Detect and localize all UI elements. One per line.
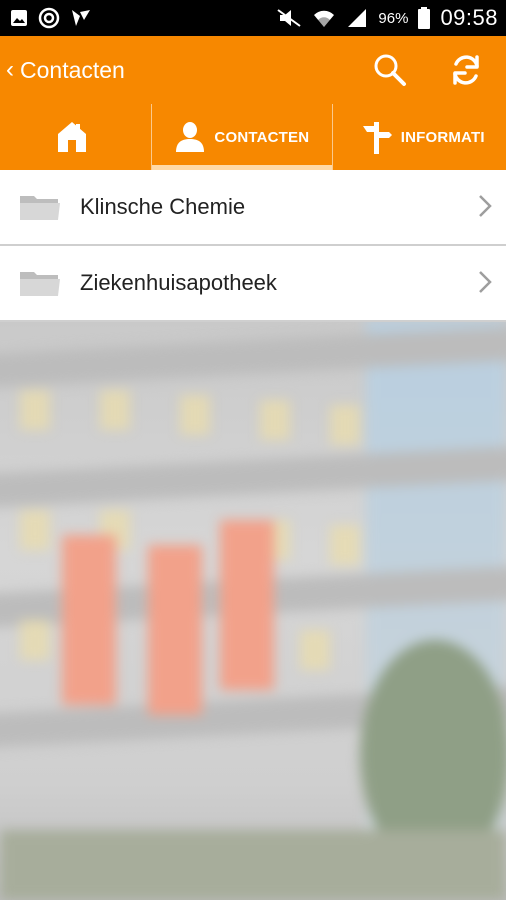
sync-icon <box>38 7 60 29</box>
tab-informatie[interactable]: INFORMATI <box>333 104 506 170</box>
app-bar-actions <box>370 50 506 90</box>
mute-icon <box>276 8 302 28</box>
chevron-left-icon: ‹ <box>6 56 14 83</box>
banner-flag <box>62 535 116 705</box>
battery-icon <box>418 7 431 29</box>
list-item[interactable]: Ziekenhuisapotheek <box>0 246 506 322</box>
back-button[interactable]: ‹ Contacten <box>0 57 125 84</box>
list-item[interactable]: Klinsche Chemie <box>0 170 506 246</box>
folder-icon <box>20 196 60 220</box>
banner-flag <box>220 520 274 690</box>
ground <box>0 830 506 900</box>
page-title: Contacten <box>20 56 125 83</box>
home-icon <box>57 122 86 152</box>
building-window <box>330 525 360 565</box>
tab-contacten-label: CONTACTEN <box>214 128 310 146</box>
tab-informatie-label: INFORMATI <box>400 128 485 146</box>
search-button[interactable] <box>370 50 410 90</box>
clock: 09:58 <box>440 5 498 30</box>
building-window <box>300 630 330 670</box>
building-window <box>20 390 50 430</box>
background-photo <box>0 320 506 900</box>
building-window <box>260 400 290 440</box>
list-item-label: Ziekenhuisapotheek <box>80 270 277 295</box>
search-icon <box>374 54 406 86</box>
status-bar: 96% 09:58 <box>0 0 506 36</box>
banner-flag <box>148 545 202 715</box>
signpost-icon <box>362 122 392 154</box>
status-bar-left <box>10 7 92 29</box>
contact-list: Klinsche Chemie Ziekenhuisapotheek <box>0 170 506 322</box>
folder-icon <box>20 272 60 296</box>
building-window <box>100 390 130 430</box>
battery-percent: 96% <box>378 9 409 27</box>
chevron-right-icon <box>479 195 492 217</box>
status-bar-right: 96% 09:58 <box>276 5 498 31</box>
refresh-icon <box>453 55 479 85</box>
app-bar: ‹ Contacten <box>0 36 506 104</box>
building-window <box>20 620 50 660</box>
tab-home[interactable] <box>0 104 151 170</box>
chevron-right-icon <box>479 271 492 293</box>
flipboard-icon <box>70 8 92 28</box>
gallery-icon <box>10 9 28 27</box>
tab-contacten[interactable]: CONTACTEN <box>151 104 333 170</box>
person-icon <box>176 122 205 152</box>
list-item-label: Klinsche Chemie <box>80 194 246 219</box>
building-window <box>330 405 360 445</box>
background-photo-blur <box>0 320 506 900</box>
wifi-icon <box>312 7 336 29</box>
building-window <box>20 510 50 550</box>
signal-icon <box>346 7 368 29</box>
tab-bar: CONTACTEN INFORMATI <box>0 104 506 170</box>
refresh-button[interactable] <box>446 50 486 90</box>
building-window <box>180 395 210 435</box>
